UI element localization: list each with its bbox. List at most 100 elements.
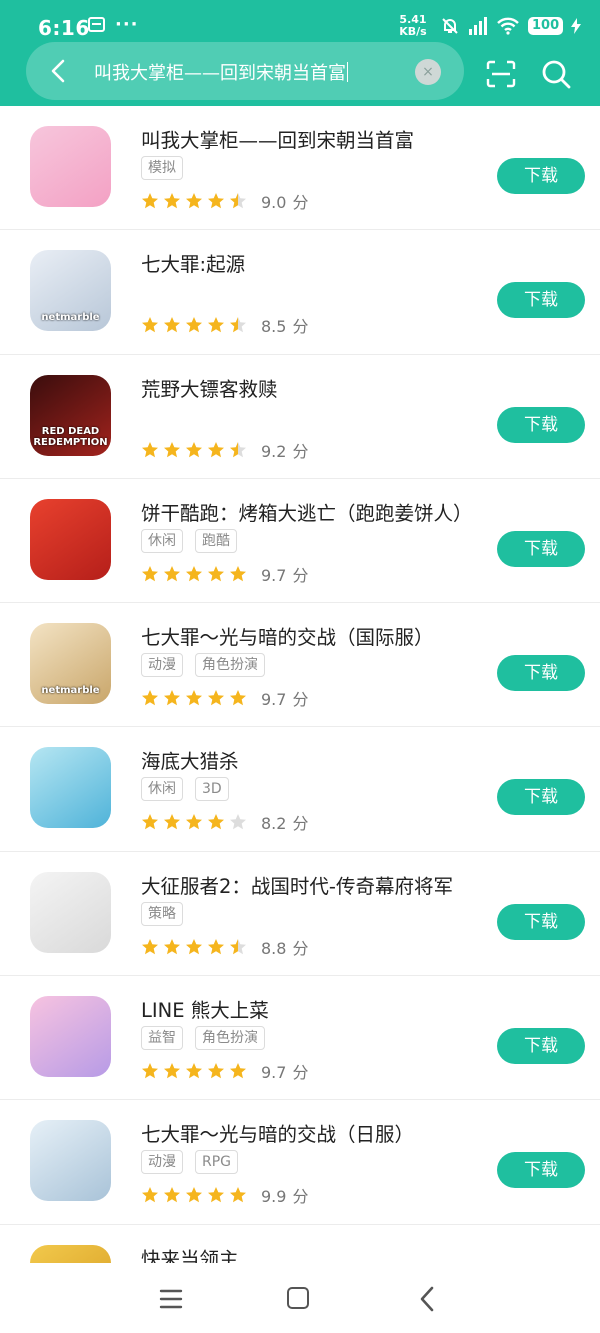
star-icon	[230, 1063, 246, 1079]
back-arrow-icon[interactable]	[44, 56, 74, 86]
clear-search-button[interactable]: ×	[415, 59, 441, 85]
star-icon	[230, 814, 246, 830]
list-item[interactable]: netmarble 七大罪～光与暗的交战（国际服） 动漫 角色扮演 9.7 分 下载	[0, 603, 600, 728]
app-title[interactable]: 叫我大掌柜——回到宋朝当首富	[141, 124, 414, 153]
star-icon	[164, 814, 180, 830]
download-button[interactable]: 下载	[497, 779, 585, 816]
star-rating	[141, 441, 247, 459]
list-item[interactable]: LINE 熊大上菜益智 角色扮演 9.7 分 下载	[0, 976, 600, 1101]
category-tag: 跑酷	[195, 528, 237, 553]
download-button[interactable]: 下载	[497, 530, 585, 567]
star-icon	[164, 317, 180, 333]
rating: 8.5 分	[141, 313, 308, 337]
star-icon	[208, 938, 224, 954]
star-icon	[230, 317, 246, 333]
star-icon	[230, 193, 246, 209]
scan-icon[interactable]	[486, 60, 516, 88]
star-icon	[208, 441, 224, 457]
star-icon	[186, 441, 202, 457]
list-item[interactable]: 大征服者2：战国时代-传奇幕府将军 策略 8.8 分 下载	[0, 852, 600, 977]
tag-list: 模拟	[141, 156, 183, 180]
download-button[interactable]: 下载	[497, 1028, 585, 1065]
search-input[interactable]: 叫我大掌柜——回到宋朝当首富	[94, 59, 348, 85]
download-button[interactable]: 下载	[497, 655, 585, 692]
star-icon	[208, 1063, 224, 1079]
category-tag: 休闲	[141, 528, 183, 553]
category-tag: 3D	[195, 777, 229, 802]
download-button[interactable]: 下载	[497, 1152, 585, 1189]
app-title[interactable]: 荒野大镖客救赎	[141, 373, 278, 402]
category-tag: RPG	[195, 1150, 239, 1175]
app-title[interactable]: LINE 熊大上菜	[141, 994, 269, 1023]
category-tag: 休闲	[141, 777, 183, 802]
star-icon	[186, 193, 202, 209]
star-rating	[141, 813, 247, 831]
search-bar[interactable]: 叫我大掌柜——回到宋朝当首富 ×	[26, 42, 464, 100]
category-tag: 角色扮演	[195, 1026, 265, 1051]
search-icon[interactable]	[540, 58, 572, 90]
charging-icon	[571, 18, 582, 34]
lord-game-icon[interactable]	[30, 1244, 111, 1263]
status-right-icons: 100	[440, 16, 582, 36]
category-tag: 策略	[141, 901, 183, 926]
search-results-list: 叫我大掌柜——回到宋朝当首富 模拟 9.0 分下载 netmarble 七大罪:起源 8.5…	[0, 106, 600, 1263]
list-item[interactable]: 海底大猎杀 休闲 3D 8.2 分 下载	[0, 727, 600, 852]
rating-score: 9.9 分	[261, 1187, 309, 1207]
seven-deadly-sins-origin-icon[interactable]: netmarble	[30, 250, 111, 332]
line-chef-icon[interactable]	[30, 996, 111, 1078]
list-item[interactable]: 快来当领主	[0, 1225, 600, 1263]
list-item[interactable]: 叫我大掌柜——回到宋朝当首富模拟 9.0 分 下载	[0, 106, 600, 231]
star-icon	[164, 193, 180, 209]
list-item[interactable]: RED DEAD REDEMPTION 荒野大镖客救赎 9.2 分 下载	[0, 355, 600, 479]
category-tag: 模拟	[141, 156, 183, 180]
rating: 9.7 分	[141, 562, 308, 586]
download-button[interactable]: 下载	[497, 406, 585, 443]
star-icon	[186, 317, 202, 333]
category-tag: 角色扮演	[195, 653, 265, 678]
grand-cross-global-icon[interactable]: netmarble	[30, 623, 111, 705]
star-icon	[208, 193, 224, 209]
download-button[interactable]: 下载	[497, 903, 585, 940]
hungry-shark-icon[interactable]	[30, 747, 111, 829]
shopkeeper-game-icon[interactable]	[30, 126, 111, 207]
app-title[interactable]: 饼干酷跑：烤箱大逃亡（跑跑姜饼人）	[141, 497, 473, 526]
home-button-icon[interactable]	[287, 1287, 309, 1309]
download-button[interactable]: 下载	[497, 282, 585, 319]
rating: 9.7 分	[141, 1059, 308, 1083]
star-icon	[164, 1063, 180, 1079]
app-title[interactable]: 七大罪～光与暗的交战（国际服）	[141, 621, 434, 650]
app-title[interactable]: 七大罪～光与暗的交战（日服）	[141, 1118, 414, 1147]
app-title[interactable]: 七大罪:起源	[141, 248, 245, 277]
category-tag: 益智	[141, 1026, 183, 1051]
star-icon	[164, 565, 180, 582]
rating-score: 9.7 分	[261, 1063, 309, 1083]
app-title[interactable]: 大征服者2：战国时代-传奇幕府将军	[141, 870, 453, 899]
recent-apps-icon[interactable]	[159, 1288, 183, 1310]
red-dead-redemption-icon[interactable]: RED DEAD REDEMPTION	[30, 374, 111, 456]
samurai-helmet-icon[interactable]	[30, 871, 111, 953]
star-rating	[141, 192, 247, 210]
list-item[interactable]: 饼干酷跑：烤箱大逃亡（跑跑姜饼人） 休闲 跑酷 9.7 分 下载	[0, 479, 600, 604]
wifi-icon	[497, 17, 519, 35]
system-back-icon[interactable]	[417, 1285, 437, 1313]
rating: 9.9 分	[141, 1183, 308, 1207]
grand-cross-jp-icon[interactable]	[30, 1120, 111, 1202]
icon-caption: netmarble	[41, 685, 100, 697]
star-icon	[164, 441, 180, 457]
list-item[interactable]: netmarble 七大罪:起源 8.5 分 下载	[0, 230, 600, 355]
list-item[interactable]: 七大罪～光与暗的交战（日服） 动漫 RPG 9.9 分 下载	[0, 1100, 600, 1225]
tag-list: 策略	[141, 901, 183, 926]
tag-list: 动漫 角色扮演	[141, 653, 265, 678]
star-icon	[142, 814, 158, 830]
app-title[interactable]: 快来当领主	[141, 1243, 239, 1263]
star-icon	[142, 1063, 158, 1079]
rating: 9.0 分	[141, 189, 308, 213]
app-title[interactable]: 海底大猎杀	[141, 745, 239, 774]
cookie-run-icon[interactable]	[30, 498, 111, 580]
download-button[interactable]: 下载	[497, 158, 585, 194]
star-icon	[142, 938, 158, 954]
star-icon	[186, 565, 202, 582]
star-icon	[142, 565, 158, 582]
more-dots-icon: ···	[115, 13, 139, 35]
star-icon	[142, 1187, 158, 1203]
